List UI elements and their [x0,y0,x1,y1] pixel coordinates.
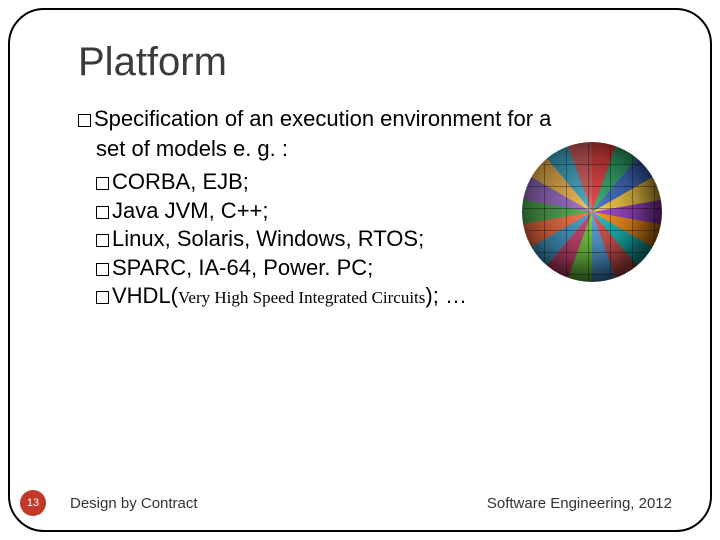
sub-text-a: VHDL( [112,283,178,308]
bullet-box-icon [78,114,91,127]
bullet-box-icon [96,177,109,190]
slide-title: Platform [78,40,670,85]
sub-text-c: ); … [425,283,467,308]
main-bullet-line1: Specification of an execution environmen… [78,105,670,133]
sub-text: Linux, Solaris, Windows, RTOS; [112,226,424,251]
sub-bullet-5: VHDL(Very High Speed Integrated Circuits… [78,282,670,311]
sub-text-b: Very High Speed Integrated Circuits [178,288,425,307]
sub-bullet-3: Linux, Solaris, Windows, RTOS; [78,225,670,254]
bullet-box-icon [96,263,109,276]
footer-right: Software Engineering, 2012 [487,495,672,512]
sub-bullet-4: SPARC, IA-64, Power. PC; [78,254,670,283]
content-area: Platform Specification of an execution e… [78,40,670,311]
sub-text: SPARC, IA-64, Power. PC; [112,255,373,280]
bullet-box-icon [96,206,109,219]
sub-text: Java JVM, C++; [112,198,269,223]
slide: Platform Specification of an execution e… [0,0,720,540]
main-bullet-line2: set of models e. g. : [78,135,670,163]
sub-text: CORBA, EJB; [112,169,249,194]
sub-bullet-2: Java JVM, C++; [78,197,670,226]
bullet-box-icon [96,291,109,304]
bullet-box-icon [96,234,109,247]
main-bullet-text-a: Specification of an execution environmen… [94,106,551,131]
page-number-badge: 13 [20,490,46,516]
sub-bullet-1: CORBA, EJB; [78,168,670,197]
footer-left: Design by Contract [70,495,198,512]
